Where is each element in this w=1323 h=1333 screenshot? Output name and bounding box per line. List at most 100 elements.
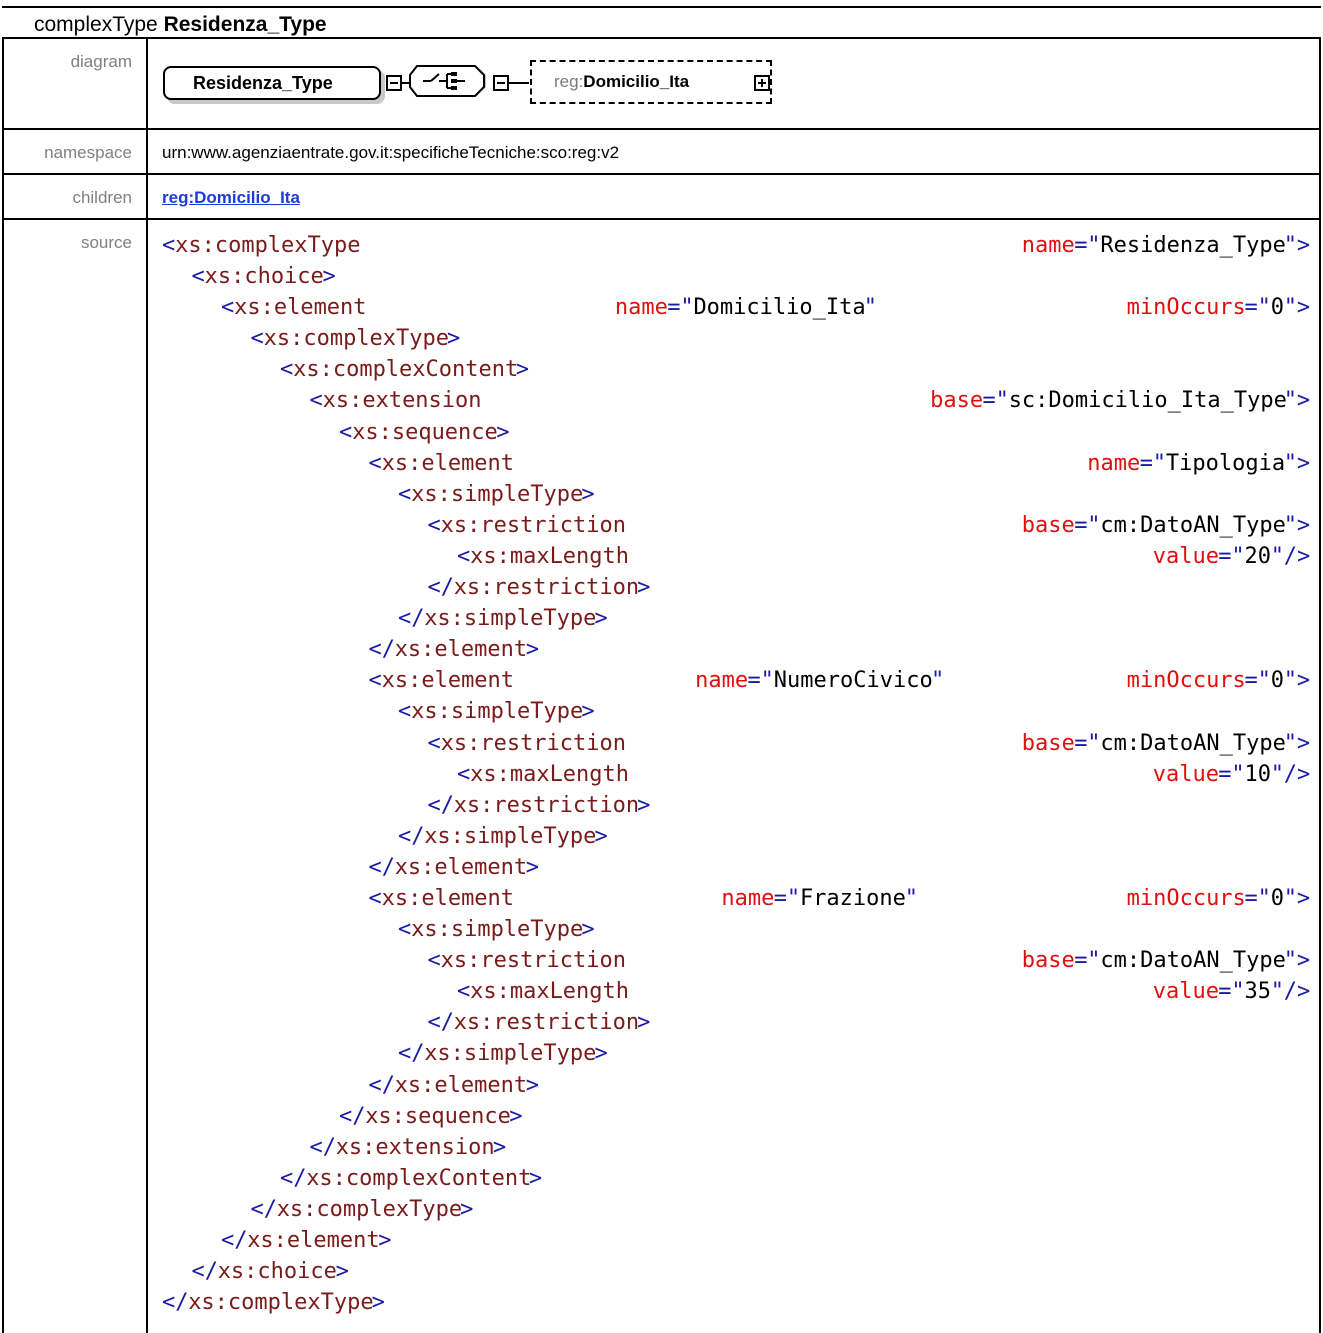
expand-icon[interactable] — [754, 75, 770, 91]
title-kind: complexType — [34, 13, 158, 36]
code-quote: " — [786, 885, 801, 911]
code-bracket: > — [322, 264, 336, 290]
code-bracket: /> — [1283, 543, 1311, 569]
code-attr-value: 0 — [1270, 885, 1284, 911]
collapse-icon[interactable] — [386, 75, 402, 91]
code-line: < xs:maxLength value = " 10 "/> — [162, 759, 1312, 790]
code-tag: xs:element — [381, 450, 515, 476]
code-line: < xs:restriction base = " cm:DatoAN_Type " > — [162, 728, 1312, 759]
choice-compositor-icon[interactable] — [409, 65, 487, 97]
code-equals: = — [982, 388, 996, 414]
code-line: </xs:complexType > — [162, 1287, 1312, 1318]
code-line: </xs:choice > — [162, 1256, 1312, 1287]
code-bracket: > — [581, 699, 595, 725]
code-tag: xs:element — [381, 885, 515, 911]
code-line: < xs:maxLength value = " 35 "/> — [162, 976, 1312, 1007]
code-bracket: < — [250, 326, 264, 352]
code-quote: " — [1257, 668, 1271, 694]
code-bracket: < — [162, 233, 176, 258]
code-bracket: < — [191, 264, 205, 290]
code-tag: xs:extension — [335, 1134, 495, 1160]
code-bracket: </ — [427, 1010, 455, 1036]
code-tag: xs:restriction — [453, 1010, 640, 1036]
code-tag: xs:maxLength — [470, 979, 630, 1005]
code-bracket: </ — [398, 606, 425, 632]
code-bracket: < — [427, 512, 441, 538]
code-bracket: > — [594, 1041, 608, 1067]
code-bracket: < — [221, 295, 235, 321]
code-quote: " — [1152, 450, 1167, 476]
code-equals: = — [1139, 450, 1153, 476]
code-quote: " — [1087, 233, 1101, 258]
code-bracket: </ — [221, 1228, 248, 1253]
row-divider — [2, 173, 1321, 175]
code-tag: xs:restriction — [440, 512, 627, 538]
code-attr-value: 20 — [1244, 543, 1272, 569]
code-tag: xs:simpleType — [411, 481, 584, 507]
code-tag: xs:element — [394, 1072, 528, 1098]
code-tag: xs:choice — [204, 264, 324, 290]
code-equals: = — [1074, 233, 1088, 258]
code-line: < xs:maxLength value = " 20 "/> — [162, 541, 1312, 572]
code-equals: = — [1074, 948, 1088, 974]
code-bracket: > — [1296, 295, 1311, 321]
code-attr-value: sc:Domicilio_Ita_Type — [1008, 388, 1287, 414]
code-attr-name: base — [1021, 948, 1075, 974]
code-bracket: > — [447, 326, 461, 352]
code-bracket: > — [637, 792, 651, 818]
title-name: Residenza_Type — [163, 13, 327, 36]
code-bracket: /> — [1283, 979, 1311, 1005]
row-divider — [2, 128, 1321, 130]
code-bracket: </ — [339, 1103, 366, 1129]
code-line: </xs:sequence > — [162, 1101, 1312, 1132]
code-bracket: > — [1296, 885, 1311, 911]
code-tag: xs:restriction — [453, 792, 640, 818]
diagram-element-residenza-type[interactable]: Residenza_Type — [163, 66, 381, 100]
code-attr-name: name — [695, 668, 749, 694]
code-attr-value: cm:DatoAN_Type — [1100, 730, 1286, 756]
code-tag: xs:element — [394, 854, 528, 880]
children-link-wrap: reg:Domicilio_Ita — [162, 188, 300, 208]
code-equals: = — [1074, 730, 1088, 756]
code-line: </xs:simpleType > — [162, 821, 1312, 852]
code-line: < xs:complexType > — [162, 323, 1312, 354]
code-attr-value: 0 — [1270, 295, 1284, 321]
code-bracket: > — [594, 823, 608, 849]
code-tag: xs:complexContent — [306, 1165, 532, 1191]
code-tag: xs:maxLength — [470, 543, 630, 569]
code-quote: " — [1283, 388, 1298, 414]
code-line: < xs:simpleType > — [162, 479, 1312, 510]
code-equals: = — [747, 668, 761, 694]
code-bracket: < — [457, 543, 471, 569]
code-bracket: < — [398, 481, 412, 507]
code-equals: = — [1244, 295, 1258, 321]
code-quote: " — [930, 668, 945, 694]
code-bracket: </ — [309, 1134, 337, 1160]
code-quote: " — [1087, 730, 1101, 756]
code-line: < xs:element name = " Tipologia " > — [162, 448, 1312, 479]
code-tag: xs:sequence — [352, 419, 498, 445]
code-line: < xs:sequence > — [162, 417, 1312, 448]
code-equals: = — [1218, 979, 1232, 1005]
collapse-icon[interactable] — [493, 75, 509, 91]
code-quote: " — [904, 885, 918, 911]
namespace-value: urn:www.agenziaentrate.gov.it:specifiche… — [162, 143, 620, 162]
code-bracket: < — [280, 357, 294, 383]
code-tag: xs:complexType — [188, 1290, 374, 1316]
table-top-border — [2, 37, 1321, 39]
diagram-ref-domicilio-ita[interactable]: reg:Domicilio_Ita — [530, 60, 772, 104]
code-line: </xs:restriction > — [162, 790, 1312, 821]
code-bracket: </ — [398, 1041, 425, 1067]
code-bracket: < — [457, 979, 471, 1005]
code-tag: xs:complexType — [175, 233, 361, 258]
code-bracket: > — [637, 1010, 651, 1036]
child-link-domicilio-ita[interactable]: reg:Domicilio_Ita — [162, 188, 300, 207]
code-equals: = — [1218, 543, 1232, 569]
code-quote: " — [1270, 543, 1284, 569]
code-quote: " — [1283, 295, 1298, 321]
code-tag: xs:extension — [322, 388, 482, 414]
code-quote: " — [1283, 233, 1298, 258]
code-line: </xs:element > — [162, 1070, 1312, 1101]
code-quote: " — [1257, 295, 1271, 321]
code-tag: xs:element — [247, 1228, 380, 1253]
